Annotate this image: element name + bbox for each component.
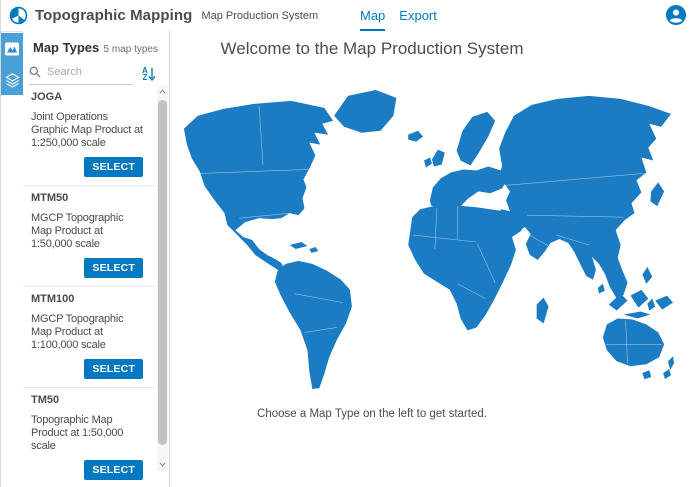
user-account-button[interactable] [666, 5, 686, 25]
map-type-name: MTM100 [31, 293, 143, 305]
main-content: Welcome to the Map Production System [170, 31, 699, 487]
list-scrollbar[interactable] [157, 85, 168, 471]
map-type-description: MGCP Topographic Map Product at 1:100,00… [31, 313, 143, 352]
scroll-up-button[interactable] [157, 85, 168, 98]
search-icon [29, 66, 41, 78]
map-types-panel: Map Types 5 map types AZ [23, 31, 170, 487]
instruction-text: Choose a Map Type on the left to get sta… [170, 408, 574, 420]
map-type-name: TM50 [31, 394, 143, 406]
map-type-item: TM50 Topographic Map Product at 1:50,000… [23, 388, 156, 487]
sort-az-button[interactable]: AZ [142, 67, 156, 81]
top-bar: Topographic Mapping Map Production Syste… [1, 0, 699, 32]
tab-export[interactable]: Export [399, 0, 437, 31]
welcome-title: Welcome to the Map Production System [170, 39, 574, 59]
person-icon [666, 5, 686, 25]
layers-tool-button[interactable] [1, 64, 23, 95]
map-type-item: MTM100 MGCP Topographic Map Product at 1… [23, 287, 156, 388]
map-type-list: JOGA Joint Operations Graphic Map Produc… [23, 85, 169, 487]
map-type-description: Joint Operations Graphic Map Product at … [31, 111, 143, 150]
select-button[interactable]: SELECT [84, 157, 143, 177]
map-type-count: 5 map types [104, 44, 158, 55]
top-tabs: Map Export [360, 0, 437, 31]
map-type-item: JOGA Joint Operations Graphic Map Produc… [23, 85, 156, 186]
world-map-image [180, 85, 674, 398]
tool-strip [1, 33, 23, 95]
search-box [29, 62, 133, 85]
map-type-description: Topographic Map Product at 1:50,000 scal… [31, 414, 143, 453]
select-button[interactable]: SELECT [84, 359, 143, 379]
app-title: Topographic Mapping [35, 7, 192, 24]
globe-logo-icon [9, 6, 28, 25]
app-subtitle: Map Production System [201, 10, 318, 22]
brand: Topographic Mapping Map Production Syste… [9, 0, 318, 31]
search-input[interactable] [45, 65, 133, 79]
select-button[interactable]: SELECT [84, 460, 143, 480]
map-type-name: JOGA [31, 91, 143, 103]
map-type-item: MTM50 MGCP Topographic Map Product at 1:… [23, 186, 156, 287]
map-type-description: MGCP Topographic Map Product at 1:50,000… [31, 212, 143, 251]
chevron-up-icon [159, 89, 166, 94]
map-types-tool-button[interactable] [1, 33, 23, 64]
tab-map[interactable]: Map [360, 0, 385, 31]
search-row: AZ [29, 62, 156, 85]
map-icon [4, 41, 20, 57]
panel-title: Map Types [33, 40, 99, 55]
panel-header: Map Types 5 map types [33, 40, 158, 55]
scroll-down-button[interactable] [157, 458, 168, 471]
scrollbar-thumb[interactable] [158, 100, 167, 445]
map-type-name: MTM50 [31, 192, 143, 204]
layers-icon [5, 72, 20, 88]
arrow-down-icon [148, 67, 156, 81]
chevron-down-icon [159, 462, 166, 467]
app-window: Topographic Mapping Map Production Syste… [0, 0, 699, 487]
select-button[interactable]: SELECT [84, 258, 143, 278]
world-map [180, 85, 674, 398]
